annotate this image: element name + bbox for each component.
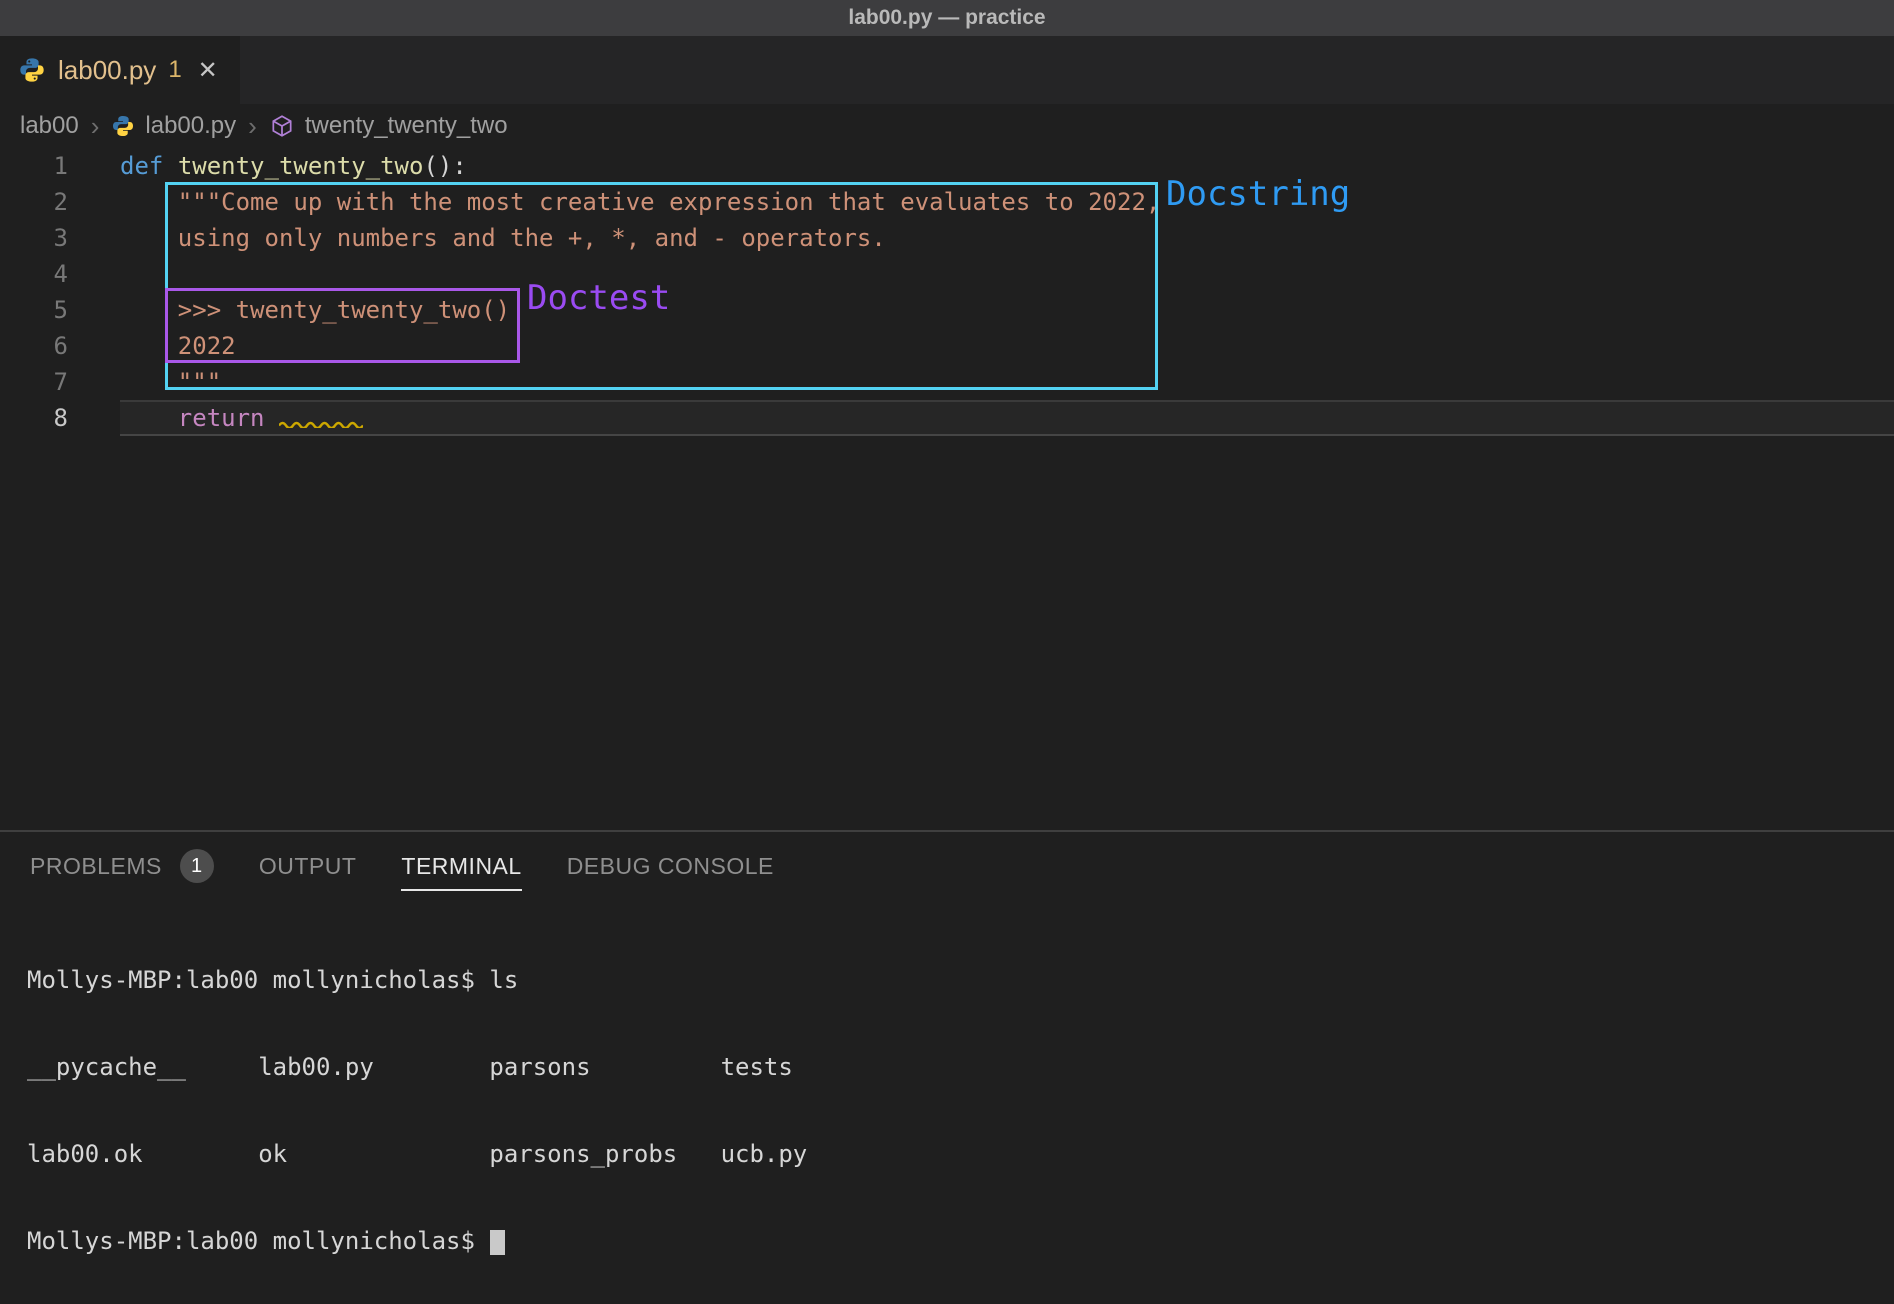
code-line[interactable]: 5 >>> twenty_twenty_two() xyxy=(0,292,1894,328)
code-line[interactable]: 2 """Come up with the most creative expr… xyxy=(0,184,1894,220)
code-text[interactable]: using only numbers and the +, *, and - o… xyxy=(120,220,1894,256)
doctest-label: Doctest xyxy=(527,278,670,318)
panel-tab-label: PROBLEMS xyxy=(30,853,162,880)
line-number[interactable]: 2 xyxy=(0,184,120,220)
breadcrumb-item-symbol[interactable]: twenty_twenty_two xyxy=(305,112,508,140)
panel-tab-bar: PROBLEMS 1 OUTPUT TERMINAL DEBUG CONSOLE xyxy=(0,832,1894,900)
code-token xyxy=(163,152,177,180)
line-number[interactable]: 3 xyxy=(0,220,120,256)
panel-tab-label: OUTPUT xyxy=(259,853,357,880)
panel-tab-debug-console[interactable]: DEBUG CONSOLE xyxy=(567,832,774,900)
panel-tab-label: TERMINAL xyxy=(401,853,521,880)
chevron-right-icon: › xyxy=(89,111,102,142)
terminal-cursor xyxy=(490,1230,505,1255)
panel-tab-output[interactable]: OUTPUT xyxy=(259,832,357,900)
code-token: twenty_twenty_two xyxy=(178,152,424,180)
code-token xyxy=(120,224,178,252)
code-line[interactable]: 4 xyxy=(0,256,1894,292)
editor-tab-bar: lab00.py 1 ✕ xyxy=(0,36,1894,104)
window-title: lab00.py — practice xyxy=(848,6,1045,30)
chevron-right-icon: › xyxy=(246,111,259,142)
code-editor[interactable]: 1def twenty_twenty_two():2 """Come up wi… xyxy=(0,148,1894,830)
terminal-text: __pycache__ lab00.py parsons tests xyxy=(27,1053,793,1081)
code-token: >>> twenty_twenty_two() xyxy=(178,296,510,324)
terminal-text: lab00.ok ok parsons_probs ucb.py xyxy=(27,1140,807,1168)
breadcrumb-item-file[interactable]: lab00.py xyxy=(145,112,236,140)
code-text[interactable] xyxy=(120,256,1894,292)
code-token xyxy=(265,404,279,432)
code-text[interactable]: """Come up with the most creative expres… xyxy=(120,184,1894,220)
code-line[interactable]: 7 """ xyxy=(0,364,1894,400)
window-titlebar: lab00.py — practice xyxy=(0,0,1894,36)
code-token xyxy=(120,296,178,324)
panel-tab-problems[interactable]: PROBLEMS 1 xyxy=(30,832,214,900)
terminal-text: Mollys-MBP:lab00 mollynicholas$ ls xyxy=(27,966,518,994)
code-text[interactable]: """ xyxy=(120,364,1894,400)
code-line[interactable]: 6 2022 xyxy=(0,328,1894,364)
code-token: """Come up with the most creative expres… xyxy=(178,188,1161,216)
code-text[interactable]: return xyxy=(120,400,1894,436)
python-icon xyxy=(111,114,135,138)
line-number[interactable]: 7 xyxy=(0,364,120,400)
code-text[interactable]: 2022 xyxy=(120,328,1894,364)
tab-lab00[interactable]: lab00.py 1 ✕ xyxy=(0,36,240,104)
terminal-text: Mollys-MBP:lab00 mollynicholas$ xyxy=(27,1227,489,1255)
editor-lines: 1def twenty_twenty_two():2 """Come up wi… xyxy=(0,148,1894,436)
code-token: (): xyxy=(423,152,466,180)
code-line[interactable]: 8 return xyxy=(0,400,1894,436)
terminal[interactable]: Mollys-MBP:lab00 mollynicholas$ ls __pyc… xyxy=(0,900,1894,1304)
code-token: 2022 xyxy=(178,332,236,360)
code-text[interactable]: def twenty_twenty_two(): xyxy=(120,148,1894,184)
terminal-line: __pycache__ lab00.py parsons tests xyxy=(27,1053,1894,1082)
code-token: using only numbers and the +, *, and - o… xyxy=(178,224,886,252)
code-line[interactable]: 1def twenty_twenty_two(): xyxy=(0,148,1894,184)
panel-tab-label: DEBUG CONSOLE xyxy=(567,853,774,880)
code-token: """ xyxy=(178,368,221,396)
symbol-cube-icon xyxy=(269,113,295,139)
code-token: def xyxy=(120,152,163,180)
bottom-panel: PROBLEMS 1 OUTPUT TERMINAL DEBUG CONSOLE… xyxy=(0,830,1894,1304)
code-token xyxy=(120,188,178,216)
tab-close-icon[interactable]: ✕ xyxy=(198,56,218,85)
python-icon xyxy=(18,56,46,84)
breadcrumb-item-lab00[interactable]: lab00 xyxy=(20,112,79,140)
code-line[interactable]: 3 using only numbers and the +, *, and -… xyxy=(0,220,1894,256)
code-token xyxy=(120,368,178,396)
terminal-line: Mollys-MBP:lab00 mollynicholas$ ls xyxy=(27,966,1894,995)
breadcrumb: lab00 › lab00.py › twenty_twenty_two xyxy=(0,104,1894,148)
code-token: return xyxy=(178,404,265,432)
code-token xyxy=(120,332,178,360)
line-number[interactable]: 1 xyxy=(0,148,120,184)
terminal-line: lab00.ok ok parsons_probs ucb.py xyxy=(27,1140,1894,1169)
problems-count-badge: 1 xyxy=(180,849,214,883)
panel-tab-terminal[interactable]: TERMINAL xyxy=(401,832,521,900)
code-text[interactable]: >>> twenty_twenty_two() xyxy=(120,292,1894,328)
line-number[interactable]: 6 xyxy=(0,328,120,364)
line-number[interactable]: 8 xyxy=(0,400,120,436)
tab-label: lab00.py xyxy=(58,55,156,86)
terminal-line: Mollys-MBP:lab00 mollynicholas$ xyxy=(27,1227,1894,1256)
docstring-label: Docstring xyxy=(1166,174,1350,214)
warning-squiggle-icon xyxy=(279,419,363,428)
tab-warning-badge: 1 xyxy=(168,56,181,84)
line-number[interactable]: 5 xyxy=(0,292,120,328)
code-token xyxy=(120,404,178,432)
line-number[interactable]: 4 xyxy=(0,256,120,292)
